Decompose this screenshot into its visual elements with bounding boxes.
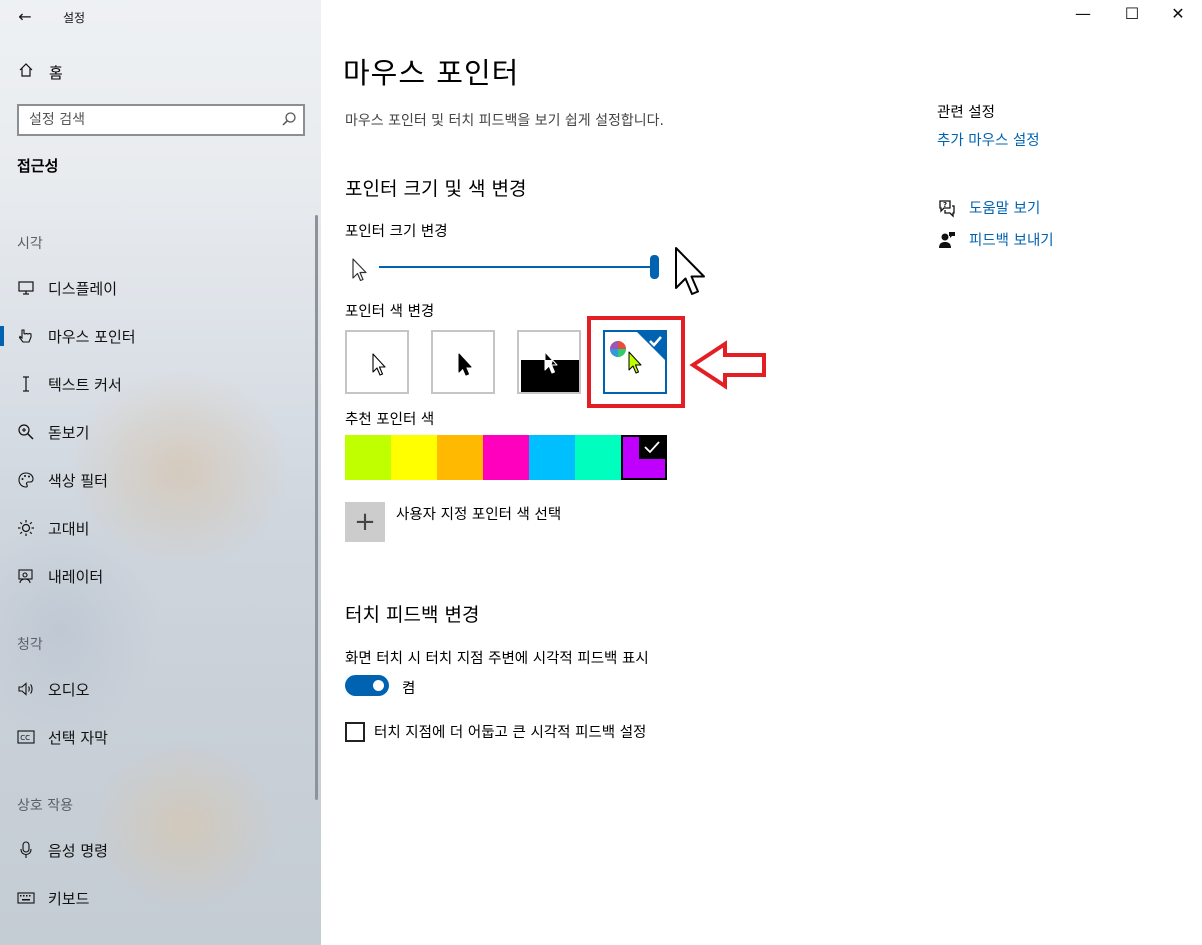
- sidebar-item-magnifier[interactable]: 돋보기: [0, 412, 321, 452]
- help-link[interactable]: 도움말 보기: [969, 197, 1040, 218]
- recommended-color-swatch[interactable]: [575, 435, 621, 480]
- recommended-color-swatch[interactable]: [621, 435, 667, 480]
- small-pointer-icon: [352, 258, 367, 282]
- maximize-button[interactable]: ☐: [1117, 4, 1147, 23]
- narrator-icon: [16, 566, 36, 586]
- related-settings-title: 관련 설정: [937, 105, 995, 121]
- feedback-row[interactable]: 피드백 보내기: [937, 229, 1054, 250]
- sidebar-item-label: 마우스 포인터: [48, 327, 136, 346]
- recommended-colors-label: 추천 포인터 색: [345, 412, 435, 428]
- text-cursor-icon: [16, 374, 36, 394]
- darker-feedback-checkbox[interactable]: [345, 722, 365, 742]
- recommended-color-swatch[interactable]: [437, 435, 483, 480]
- recommended-colors-row: [345, 435, 667, 480]
- sidebar-item-label: 고대비: [48, 519, 90, 538]
- recommended-color-swatch[interactable]: [529, 435, 575, 480]
- sidebar-item-display[interactable]: 디스플레이: [0, 268, 321, 308]
- pointer-style-white[interactable]: [345, 330, 409, 394]
- additional-mouse-settings-link[interactable]: 추가 마우스 설정: [937, 129, 1040, 150]
- sidebar-item-label: 홈: [49, 64, 63, 82]
- custom-color-button[interactable]: +: [345, 502, 385, 542]
- sidebar-item-label: 색상 필터: [48, 471, 108, 490]
- toggle-state-label: 켬: [402, 681, 416, 697]
- checkmark-icon: [639, 435, 667, 459]
- pointer-size-slider-track[interactable]: [379, 266, 657, 268]
- annotation-arrow-icon: [689, 340, 766, 390]
- sidebar-item-audio[interactable]: 오디오: [0, 669, 321, 709]
- touch-feedback-label: 화면 터치 시 터치 지점 주변에 시각적 피드백 표시: [345, 651, 649, 667]
- pointer-style-inverted[interactable]: [517, 330, 581, 394]
- inverted-pointer-icon: [521, 351, 579, 392]
- feedback-person-icon: [939, 231, 955, 248]
- search-input[interactable]: [19, 106, 269, 134]
- toggle-knob: [373, 680, 384, 691]
- contrast-sun-icon: [16, 518, 36, 538]
- sidebar-item-high-contrast[interactable]: 고대비: [0, 508, 321, 548]
- sidebar-item-label: 디스플레이: [48, 279, 118, 298]
- custom-color-label[interactable]: 사용자 지정 포인터 색 선택: [396, 503, 561, 524]
- pointer-icon: [16, 326, 36, 346]
- sidebar-item-mouse-pointer[interactable]: 마우스 포인터: [0, 316, 321, 356]
- section-title-pointer: 포인터 크기 및 색 변경: [345, 178, 527, 200]
- pointer-size-label: 포인터 크기 변경: [345, 224, 448, 240]
- recommended-color-swatch[interactable]: [391, 435, 437, 480]
- sidebar-item-text-cursor[interactable]: 텍스트 커서: [0, 364, 321, 404]
- active-indicator: [0, 326, 4, 346]
- sidebar-scrollbar[interactable]: [315, 215, 318, 800]
- sidebar-item-home[interactable]: 홈: [17, 62, 63, 83]
- palette-icon: [16, 470, 36, 490]
- sidebar-item-speech[interactable]: 음성 명령: [0, 830, 321, 870]
- pointer-style-black[interactable]: [431, 330, 495, 394]
- sidebar-item-color-filters[interactable]: 색상 필터: [0, 460, 321, 500]
- sidebar-item-label: 돋보기: [48, 423, 90, 442]
- search-icon[interactable]: [281, 111, 297, 127]
- darker-feedback-label[interactable]: 터치 지점에 더 어둡고 큰 시각적 피드백 설정: [374, 721, 646, 742]
- back-arrow-icon[interactable]: ←: [14, 6, 36, 28]
- sidebar-item-label: 오디오: [48, 680, 90, 699]
- home-icon: [17, 62, 35, 83]
- pointer-size-slider-thumb[interactable]: [650, 255, 659, 279]
- group-heading-hearing: 청각: [17, 637, 43, 653]
- captions-icon: CC: [16, 727, 36, 747]
- magnifier-icon: [16, 422, 36, 442]
- section-title-touch: 터치 피드백 변경: [345, 604, 480, 626]
- page-subtitle: 마우스 포인터 및 터치 피드백을 보기 쉽게 설정합니다.: [345, 113, 664, 129]
- sidebar: ← 설정 홈 접근성 시각 디스플레이 마우스 포인터 텍스트 커서 돋보기 색…: [0, 0, 321, 945]
- minimize-button[interactable]: —: [1068, 4, 1098, 23]
- group-heading-interaction: 상호 작용: [17, 798, 73, 814]
- help-row[interactable]: ? 도움말 보기: [937, 197, 1040, 218]
- close-button[interactable]: ✕: [1163, 4, 1193, 23]
- keyboard-icon: [16, 888, 36, 908]
- svg-text:CC: CC: [20, 734, 30, 742]
- sidebar-item-closed-captions[interactable]: CC 선택 자막: [0, 717, 321, 757]
- speaker-icon: [16, 679, 36, 699]
- sidebar-item-narrator[interactable]: 내레이터: [0, 556, 321, 596]
- recommended-color-swatch[interactable]: [345, 435, 391, 480]
- window-title: 설정: [63, 11, 86, 25]
- sidebar-item-label: 텍스트 커서: [48, 375, 122, 394]
- main-content: — ☐ ✕ 마우스 포인터 마우스 포인터 및 터치 피드백을 보기 쉽게 설정…: [321, 0, 1202, 945]
- group-heading-vision: 시각: [17, 236, 43, 252]
- black-pointer-icon: [458, 353, 472, 376]
- pointer-color-label: 포인터 색 변경: [345, 304, 435, 320]
- sidebar-item-keyboard[interactable]: 키보드: [0, 878, 321, 918]
- help-chat-icon: ?: [939, 199, 955, 218]
- recommended-color-swatch[interactable]: [483, 435, 529, 480]
- search-box[interactable]: [17, 104, 305, 136]
- touch-feedback-toggle[interactable]: [345, 675, 389, 696]
- current-section-title: 접근성: [17, 157, 59, 175]
- white-pointer-icon: [372, 353, 386, 376]
- feedback-link[interactable]: 피드백 보내기: [969, 229, 1054, 250]
- sidebar-item-label: 내레이터: [48, 567, 104, 586]
- page-title: 마우스 포인터: [343, 56, 520, 90]
- sidebar-item-label: 선택 자막: [48, 728, 108, 747]
- annotation-highlight-box: [587, 316, 685, 408]
- sidebar-item-label: 키보드: [48, 889, 90, 908]
- microphone-icon: [16, 840, 36, 860]
- large-pointer-icon: [675, 247, 705, 295]
- monitor-icon: [16, 278, 36, 298]
- sidebar-item-label: 음성 명령: [48, 841, 108, 860]
- svg-text:?: ?: [943, 201, 947, 209]
